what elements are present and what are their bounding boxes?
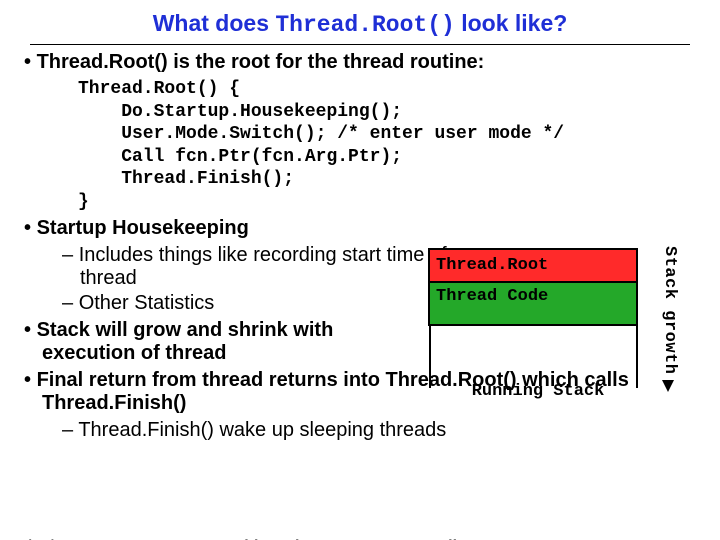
title-post: look like? [455,10,567,36]
arrow-down-icon [662,380,674,392]
bullet-root-routine: Thread.Root() is the root for the thread… [24,51,696,74]
bullet-startup-housekeeping: Startup Housekeeping [24,217,412,240]
title-mono: Thread.Root() [275,12,454,38]
stack-left-line [429,326,431,388]
label-stack-growth: Stack growth [660,246,679,374]
slide-title: What does Thread.Root() look like? [0,10,720,38]
stack-diagram: Thread.Root Thread Code Running Stack [428,248,638,401]
stack-right-line [636,326,638,388]
box-thread-root: Thread.Root [428,248,638,281]
bullet-other-statistics: Other Statistics [62,292,450,315]
slide: What does Thread.Root() look like? Threa… [0,10,720,540]
bullet-thread-finish-wake: Thread.Finish() wake up sleeping threads [62,419,696,442]
bullet-includes-recording: Includes things like recording start tim… [62,244,450,290]
box-thread-code: Thread Code [428,281,638,326]
title-pre: What does [153,10,276,36]
label-running-stack: Running Stack [438,382,638,401]
title-rule [30,44,690,45]
bullet-stack-grow-shrink: Stack will grow and shrink with executio… [24,319,412,365]
code-block: Thread.Root() { Do.Startup.Housekeeping(… [78,78,696,213]
